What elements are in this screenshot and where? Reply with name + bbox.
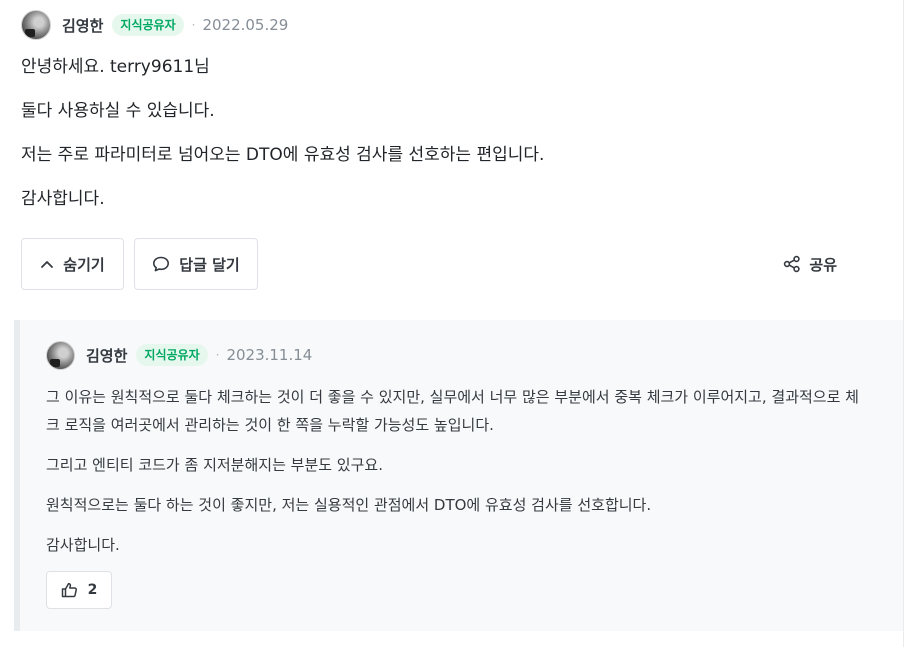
meta-separator: · — [215, 348, 220, 362]
reply-paragraph: 감사합니다. — [46, 536, 120, 554]
reply-content: 김영한 지식공유자 · 2023.11.14 그 이유는 원칙적으로 둘다 체크… — [46, 340, 866, 609]
reply-comment: 김영한 지식공유자 · 2023.11.14 그 이유는 원칙적으로 둘다 체크… — [14, 320, 903, 631]
answer-actions: 숨기기 답글 달기 공유 — [21, 238, 851, 290]
reply-paragraph: 그 이유는 원칙적으로 둘다 체크하는 것이 더 좋을 수 있지만, 실무에서 … — [46, 388, 859, 434]
avatar[interactable] — [46, 340, 75, 370]
scrollbar-track[interactable] — [903, 0, 911, 647]
comment-thread: 김영한 지식공유자 · 2022.05.29 안녕하세요. terry9611님… — [0, 0, 911, 647]
instructor-badge: 지식공유자 — [112, 14, 184, 36]
like-count: 2 — [87, 582, 98, 598]
share-icon — [784, 255, 801, 273]
reply-paragraph: 그리고 엔티티 코드가 좀 지저분해지는 부분도 있구요. — [46, 456, 383, 474]
hide-button-label: 숨기기 — [63, 255, 105, 274]
share-button[interactable]: 공유 — [783, 238, 837, 290]
reply-date: 2023.11.14 — [226, 346, 313, 364]
answer-paragraph: 둘다 사용하실 수 있습니다. — [21, 101, 215, 121]
reply-button-label: 답글 달기 — [179, 255, 240, 274]
reply-paragraph: 원칙적으로는 둘다 하는 것이 좋지만, 저는 실용적인 관점에서 DTO에 유… — [46, 496, 652, 514]
answer-paragraph: 감사합니다. — [21, 189, 105, 209]
instructor-badge: 지식공유자 — [136, 344, 208, 366]
answer-paragraph: 저는 주로 파라미터로 넘어오는 DTO에 유효성 검사를 선호하는 편입니다. — [21, 145, 545, 165]
author-name[interactable]: 김영한 — [62, 15, 103, 36]
reply-body: 그 이유는 원칙적으로 둘다 체크하는 것이 더 좋을 수 있지만, 실무에서 … — [46, 383, 866, 559]
hide-button[interactable]: 숨기기 — [21, 238, 124, 290]
answer-body: 안녕하세요. terry9611님 둘다 사용하실 수 있습니다. 저는 주로 … — [21, 55, 851, 211]
reply-author-row: 김영한 지식공유자 · 2023.11.14 — [46, 340, 866, 370]
answer-author-row: 김영한 지식공유자 · 2022.05.29 — [21, 9, 851, 41]
avatar[interactable] — [21, 10, 51, 40]
reply-button[interactable]: 답글 달기 — [134, 238, 258, 290]
speech-bubble-icon — [153, 256, 170, 272]
chevron-up-icon — [41, 261, 54, 268]
answer-paragraph: 안녕하세요. terry9611님 — [21, 57, 210, 77]
like-button[interactable]: 2 — [46, 571, 112, 609]
post-date: 2022.05.29 — [202, 16, 289, 34]
share-label: 공유 — [809, 255, 837, 274]
thumbs-up-icon — [61, 582, 77, 598]
meta-separator: · — [191, 18, 196, 32]
author-name[interactable]: 김영한 — [86, 345, 127, 366]
answer-post: 김영한 지식공유자 · 2022.05.29 안녕하세요. terry9611님… — [21, 9, 851, 290]
